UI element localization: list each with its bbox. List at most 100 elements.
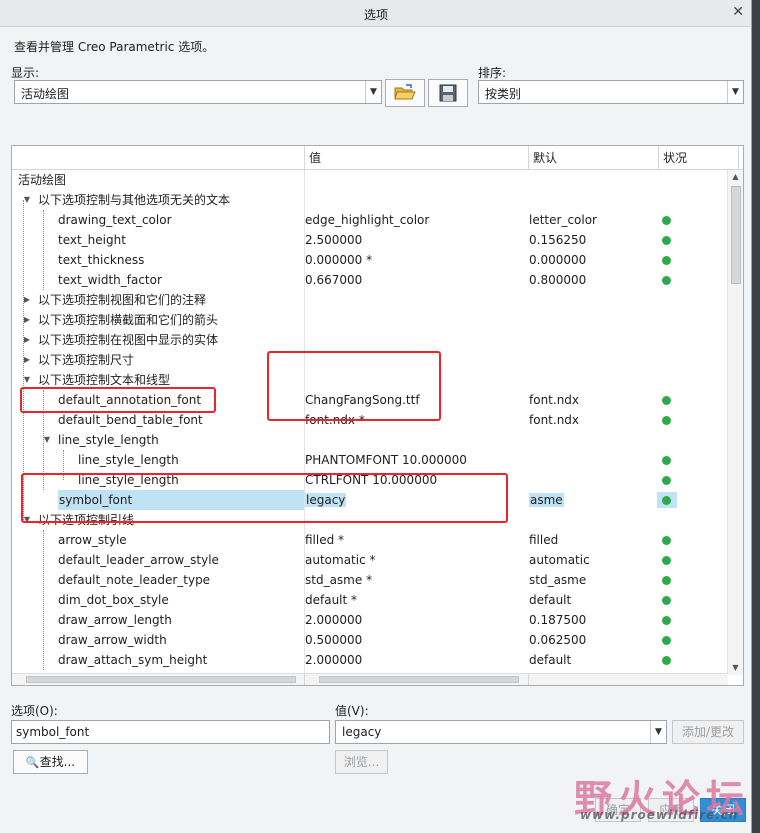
status-ok-icon (662, 396, 671, 405)
table-row[interactable]: default_leader_arrow_style automatic * aut… (12, 550, 728, 570)
table-row[interactable]: text_width_factor 0.667000 0.800000 (12, 270, 728, 290)
hscroll-segment (528, 674, 728, 685)
option-default: 0.800000 (529, 270, 657, 290)
option-value-text: 2.000000 (305, 613, 363, 627)
table-row[interactable]: line_style_length PHANTOMFONT 10.000000 (12, 450, 728, 470)
option-name: text_thickness (58, 253, 145, 267)
option-name: text_height (58, 233, 126, 247)
column-header-status[interactable]: 状况 (658, 146, 738, 170)
table-row[interactable]: text_height 2.500000 0.156250 (12, 230, 728, 250)
table-row[interactable]: text_thickness 0.000000 * 0.000000 (12, 250, 728, 270)
hscroll-thumb[interactable] (26, 676, 296, 683)
option-default-text: automatic (529, 553, 590, 567)
value-dropdown[interactable]: legacy ▼ (335, 720, 667, 744)
option-name: arrow_style (58, 533, 127, 547)
status-ok-icon (662, 616, 671, 625)
option-default (529, 310, 657, 330)
option-value-text: PHANTOMFONT 10.000000 (305, 453, 467, 467)
table-row[interactable]: ▼ line_style_length (12, 430, 728, 450)
table-header: 值 默认 状况 说 (12, 146, 743, 170)
option-default-text: filled (529, 533, 559, 547)
table-row[interactable]: draw_arrow_width 0.500000 0.062500 (12, 630, 728, 650)
option-name: default_note_leader_type (58, 573, 211, 587)
option-default-text: 0.800000 (529, 273, 587, 287)
annotation-box (20, 387, 216, 413)
vertical-scrollbar[interactable]: ▲ ▼ (727, 170, 743, 675)
option-default-text: asme (529, 493, 564, 507)
scroll-up-icon[interactable]: ▲ (728, 170, 743, 184)
option-name: line_style_length (78, 453, 179, 467)
option-default (529, 330, 657, 350)
option-value: automatic * (305, 550, 529, 570)
option-name: line_style_length (58, 433, 159, 447)
option-input[interactable]: symbol_font (11, 720, 330, 744)
option-default-text: letter_color (529, 213, 597, 227)
table-row[interactable]: dim_dot_box_style default * default (12, 590, 728, 610)
option-value-text: 2.500000 (305, 233, 363, 247)
option-default-text: font.ndx (529, 413, 580, 427)
option-default (529, 190, 657, 210)
status-ok-icon (662, 656, 671, 665)
option-default (529, 430, 657, 450)
hscroll-thumb[interactable] (319, 676, 519, 683)
folder-open-icon[interactable] (385, 79, 425, 107)
column-header-default[interactable]: 默认 (528, 146, 658, 170)
chevron-down-icon[interactable]: ▼ (727, 81, 743, 103)
table-row[interactable]: default_note_leader_type std_asme * std_as… (12, 570, 728, 590)
option-name: draw_arrow_width (58, 633, 167, 647)
horizontal-scrollbar[interactable] (12, 673, 728, 685)
close-icon[interactable]: ✕ (732, 4, 744, 20)
option-name: draw_arrow_length (58, 613, 172, 627)
option-value (305, 310, 529, 330)
status-ok-icon (662, 456, 671, 465)
scroll-thumb[interactable] (731, 186, 741, 284)
table-row[interactable]: arrow_style filled * filled (12, 530, 728, 550)
title-bar: 选项 ✕ (0, 0, 751, 27)
scroll-down-icon[interactable]: ▼ (728, 661, 743, 675)
chevron-down-icon[interactable]: ▼ (650, 721, 666, 743)
status-ok-icon (662, 536, 671, 545)
option-default: filled (529, 530, 657, 550)
annotation-box (21, 473, 508, 523)
category-row[interactable]: ▶ 以下选项控制在视图中显示的实体 (12, 330, 728, 350)
option-name: text_width_factor (58, 273, 162, 287)
category-row[interactable]: ▼ 以下选项控制与其他选项无关的文本 (12, 190, 728, 210)
value-label: 值(V): (335, 704, 369, 718)
browse-button[interactable]: 浏览... (335, 750, 388, 774)
category-row[interactable]: ▶ 以下选项控制横截面和它们的箭头 (12, 310, 728, 330)
option-default-text: default (529, 653, 572, 667)
option-default: 0.062500 (529, 630, 657, 650)
option-value-text: filled * (305, 533, 345, 547)
table-row[interactable]: draw_attach_sym_height 2.000000 default (12, 650, 728, 670)
column-header-extra[interactable]: 说 (738, 146, 743, 170)
sort-value: 按类别 (485, 87, 522, 101)
display-dropdown[interactable]: 活动绘图 ▼ (14, 80, 382, 104)
option-name: 活动绘图 (18, 173, 67, 187)
hscroll-segment (304, 674, 528, 685)
category-row[interactable]: 活动绘图 (12, 170, 728, 190)
table-row[interactable]: draw_arrow_length 2.000000 0.187500 (12, 610, 728, 630)
add-change-button[interactable]: 添加/更改 (672, 720, 744, 744)
floppy-save-icon[interactable] (428, 79, 468, 107)
option-value (305, 430, 529, 450)
table-row[interactable]: drawing_text_color edge_highlight_color le… (12, 210, 728, 230)
chevron-down-icon[interactable]: ▼ (365, 81, 381, 103)
status-ok-icon (662, 216, 671, 225)
find-button[interactable]: 🔍查找... (13, 750, 88, 774)
column-header-value[interactable]: 值 (304, 146, 528, 170)
sort-dropdown[interactable]: 按类别 ▼ (478, 80, 744, 104)
status-ok-icon (662, 256, 671, 265)
option-value: 0.667000 (305, 270, 529, 290)
option-value (305, 330, 529, 350)
sort-label: 排序: (478, 66, 507, 80)
column-header-name[interactable] (12, 146, 304, 170)
option-value: PHANTOMFONT 10.000000 (305, 450, 529, 470)
option-value-text: 0.667000 (305, 273, 363, 287)
options-dialog: 选项 ✕ 查看并管理 Creo Parametric 选项。 显示: 活动绘图 … (0, 0, 752, 833)
category-row[interactable]: ▶ 以下选项控制视图和它们的注释 (12, 290, 728, 310)
option-name: drawing_text_color (58, 213, 172, 227)
option-default-text: 0.062500 (529, 633, 587, 647)
option-name: 以下选项控制视图和它们的注释 (38, 293, 207, 307)
status-ok-icon (662, 556, 671, 565)
option-default: letter_color (529, 210, 657, 230)
